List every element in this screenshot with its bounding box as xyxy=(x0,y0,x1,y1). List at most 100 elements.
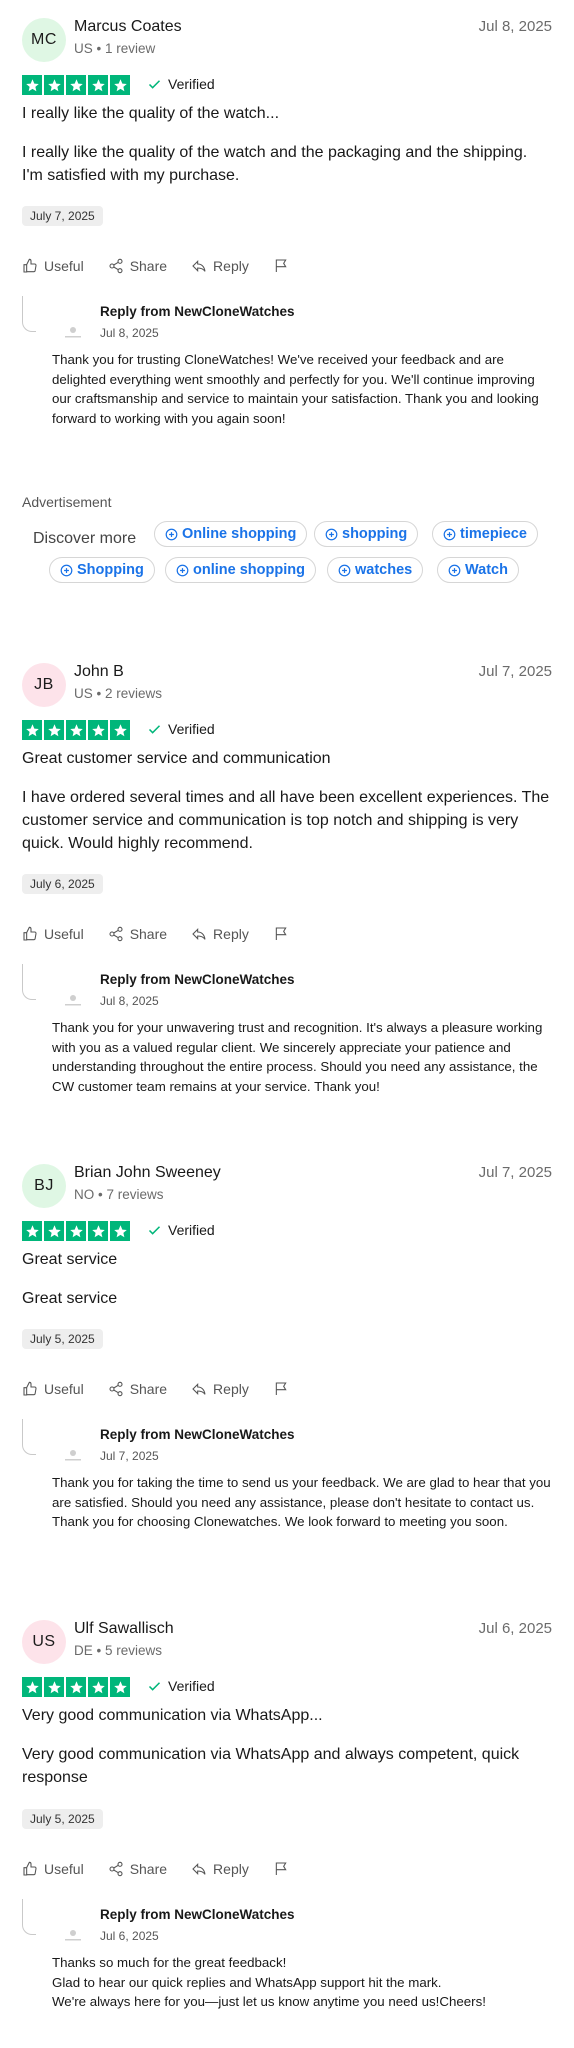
reviewer-name[interactable]: Brian John Sweeney xyxy=(74,1164,221,1182)
company-logo-icon xyxy=(65,327,81,338)
reviewer-name[interactable]: Marcus Coates xyxy=(74,18,182,36)
experience-date-badge: July 5, 2025 xyxy=(22,1809,103,1829)
report-button[interactable] xyxy=(273,1861,289,1877)
ad-chip[interactable]: shopping xyxy=(314,521,419,547)
reviewer-meta: NO • 7 reviews xyxy=(74,1187,164,1202)
reviewer-name[interactable]: Ulf Sawallisch xyxy=(74,1620,174,1638)
reply-date: Jul 7, 2025 xyxy=(100,1449,159,1463)
useful-button[interactable]: Useful xyxy=(22,926,84,942)
star-icon xyxy=(66,720,86,740)
thumbs-up-icon xyxy=(23,1381,37,1396)
reply-button[interactable]: Reply xyxy=(191,1381,249,1397)
ad-chip[interactable]: timepiece xyxy=(432,521,538,547)
useful-button[interactable]: Useful xyxy=(22,258,84,274)
reply-arrow-icon xyxy=(192,1863,206,1875)
report-button[interactable] xyxy=(273,926,289,942)
reply-arrow-icon xyxy=(192,928,206,940)
thumbs-up-icon xyxy=(23,926,37,941)
star-icon xyxy=(110,1677,130,1697)
star-icon xyxy=(88,720,108,740)
reply-arrow-icon xyxy=(192,1383,206,1395)
share-icon xyxy=(109,926,123,942)
plus-circle-icon xyxy=(448,564,461,576)
star-icon xyxy=(44,1221,64,1241)
verified-badge[interactable]: Verified xyxy=(147,721,215,737)
check-icon xyxy=(148,724,161,734)
avatar[interactable]: BJ xyxy=(22,1164,66,1208)
reply-date: Jul 8, 2025 xyxy=(100,994,159,1008)
thumbs-up-icon xyxy=(23,1861,37,1876)
share-icon xyxy=(109,258,123,274)
reply-text: Thanks so much for the great feedback! G… xyxy=(52,1955,486,2009)
star-icon xyxy=(44,720,64,740)
experience-date-badge: July 6, 2025 xyxy=(22,874,103,894)
check-icon xyxy=(148,1681,161,1691)
flag-icon xyxy=(275,259,287,272)
ad-chip[interactable]: Shopping xyxy=(49,557,155,583)
reply-connector xyxy=(22,1419,36,1455)
flag-icon xyxy=(275,927,287,940)
company-logo-icon xyxy=(65,1450,81,1461)
review-date: Jul 7, 2025 xyxy=(478,663,552,680)
avatar[interactable]: JB xyxy=(22,663,66,707)
ad-chip[interactable]: Watch xyxy=(437,557,519,583)
review-actions: Useful Share Reply xyxy=(22,1859,313,1879)
report-button[interactable] xyxy=(273,1381,289,1397)
discover-more-label: Discover more xyxy=(33,530,137,547)
reply-button[interactable]: Reply xyxy=(191,258,249,274)
review-body: I have ordered several times and all hav… xyxy=(22,789,550,852)
flag-icon xyxy=(275,1382,287,1395)
share-button[interactable]: Share xyxy=(108,258,167,274)
avatar[interactable]: US xyxy=(22,1620,66,1664)
star-icon xyxy=(22,720,42,740)
ad-chip[interactable]: watches xyxy=(327,557,424,583)
verified-badge[interactable]: Verified xyxy=(147,76,215,92)
star-icon xyxy=(44,1677,64,1697)
plus-circle-icon xyxy=(176,564,189,576)
star-rating xyxy=(22,75,130,95)
verified-badge[interactable]: Verified xyxy=(147,1222,215,1238)
verified-badge[interactable]: Verified xyxy=(147,1678,215,1694)
review-title[interactable]: Very good communication via WhatsApp... xyxy=(22,1707,323,1725)
reply-from: Reply from NewCloneWatches xyxy=(100,304,295,319)
reply-connector xyxy=(22,296,36,332)
star-icon xyxy=(66,75,86,95)
plus-circle-icon xyxy=(60,564,73,576)
reply-from: Reply from NewCloneWatches xyxy=(100,972,295,987)
star-icon xyxy=(66,1221,86,1241)
review-actions: Useful Share Reply xyxy=(22,924,313,944)
reply-date: Jul 8, 2025 xyxy=(100,326,159,340)
reply-date: Jul 6, 2025 xyxy=(100,1929,159,1943)
company-logo-icon xyxy=(65,1930,81,1941)
star-icon xyxy=(110,75,130,95)
plus-circle-icon xyxy=(443,528,456,540)
reply-button[interactable]: Reply xyxy=(191,926,249,942)
reviewer-meta: US • 2 reviews xyxy=(74,686,163,701)
reply-connector xyxy=(22,1899,36,1935)
review-title[interactable]: Great customer service and communication xyxy=(22,750,331,768)
review-title[interactable]: I really like the quality of the watch..… xyxy=(22,105,279,123)
flag-icon xyxy=(275,1862,287,1875)
share-icon xyxy=(109,1381,123,1397)
useful-button[interactable]: Useful xyxy=(22,1381,84,1397)
review-actions: Useful Share Reply xyxy=(22,1379,313,1399)
report-button[interactable] xyxy=(273,258,289,274)
reply-text: Thank you for taking the time to send us… xyxy=(52,1475,551,1529)
star-rating xyxy=(22,1677,130,1697)
share-button[interactable]: Share xyxy=(108,1381,167,1397)
ad-chip[interactable]: online shopping xyxy=(165,557,316,583)
ad-chip[interactable]: Online shopping xyxy=(154,521,308,547)
review-body: Very good communication via WhatsApp and… xyxy=(22,1746,520,1786)
useful-button[interactable]: Useful xyxy=(22,1861,84,1877)
share-button[interactable]: Share xyxy=(108,1861,167,1877)
share-button[interactable]: Share xyxy=(108,926,167,942)
star-icon xyxy=(22,1677,42,1697)
thumbs-up-icon xyxy=(23,258,37,273)
star-rating xyxy=(22,720,130,740)
experience-date-badge: July 5, 2025 xyxy=(22,1329,103,1349)
review-title[interactable]: Great service xyxy=(22,1251,117,1269)
star-rating xyxy=(22,1221,130,1241)
avatar[interactable]: MC xyxy=(22,18,66,62)
reviewer-name[interactable]: John B xyxy=(74,663,124,681)
reply-button[interactable]: Reply xyxy=(191,1861,249,1877)
